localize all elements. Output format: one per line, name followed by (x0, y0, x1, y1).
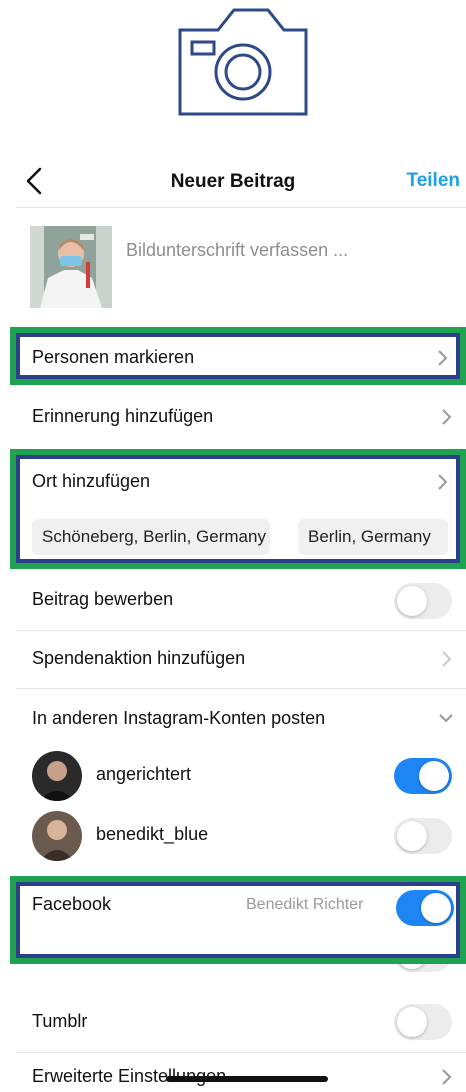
chevron-down-icon (439, 714, 453, 723)
add-location-label[interactable]: Ort hinzufügen (32, 471, 150, 492)
account-row: benedikt_blue (16, 806, 466, 866)
add-fundraiser-row[interactable]: Spendenaktion hinzufügen (16, 632, 466, 686)
post-other-accounts-label: In anderen Instagram-Konten posten (32, 708, 326, 728)
divider (16, 688, 466, 689)
facebook-toggle[interactable] (396, 890, 454, 926)
post-other-accounts-row[interactable]: In anderen Instagram-Konten posten (16, 690, 466, 744)
add-reminder-label: Erinnerung hinzufügen (32, 406, 214, 426)
divider (16, 327, 466, 328)
add-fundraiser-label: Spendenaktion hinzufügen (32, 648, 246, 668)
avatar (32, 811, 82, 861)
chevron-right-icon (442, 1069, 452, 1085)
tumblr-label: Tumblr (32, 1011, 88, 1031)
add-reminder-row[interactable]: Erinnerung hinzufügen (16, 388, 466, 444)
chevron-right-icon[interactable] (436, 473, 448, 491)
account-name: benedikt_blue (96, 824, 209, 844)
account-row: angerichtert (16, 746, 466, 806)
advanced-settings-row[interactable]: Erweiterte Einstellungen (16, 1056, 466, 1092)
page-title: Neuer Beitrag (170, 171, 296, 192)
location-chip[interactable]: Berlin, Germany (298, 519, 448, 555)
tumblr-toggle[interactable] (394, 1004, 452, 1040)
chevron-right-icon (438, 350, 448, 366)
promote-post-label: Beitrag bewerben (32, 589, 174, 609)
chevron-right-icon (442, 409, 452, 425)
camera-icon (178, 8, 308, 116)
promote-post-row: Beitrag bewerben (16, 573, 466, 629)
facebook-row: Facebook Benedikt Richter (10, 876, 466, 964)
divider (16, 1052, 466, 1053)
avatar (32, 751, 82, 801)
account-name: angerichtert (96, 764, 192, 784)
tumblr-row: Tumblr (16, 995, 466, 1049)
divider (16, 630, 466, 631)
promote-post-toggle[interactable] (394, 583, 452, 619)
chevron-right-icon (442, 651, 452, 667)
post-thumbnail (30, 226, 112, 308)
facebook-label: Facebook (32, 894, 112, 914)
divider (16, 207, 466, 208)
account-toggle[interactable] (394, 818, 452, 854)
location-chip[interactable]: Schöneberg, Berlin, Germany (32, 519, 270, 555)
facebook-account: Benedikt Richter (246, 896, 364, 913)
add-location-section: Ort hinzufügen Schöneberg, Berlin, Germa… (10, 449, 466, 569)
nav-bar: Neuer Beitrag Teilen (0, 155, 466, 207)
tag-people-row[interactable]: Personen markieren (10, 327, 466, 385)
caption-input[interactable]: Bildunterschrift verfassen ... (126, 240, 348, 261)
share-button[interactable]: Teilen (407, 170, 461, 192)
tag-people-label: Personen markieren (32, 347, 195, 367)
home-indicator (166, 1076, 328, 1082)
account-toggle[interactable] (394, 758, 452, 794)
